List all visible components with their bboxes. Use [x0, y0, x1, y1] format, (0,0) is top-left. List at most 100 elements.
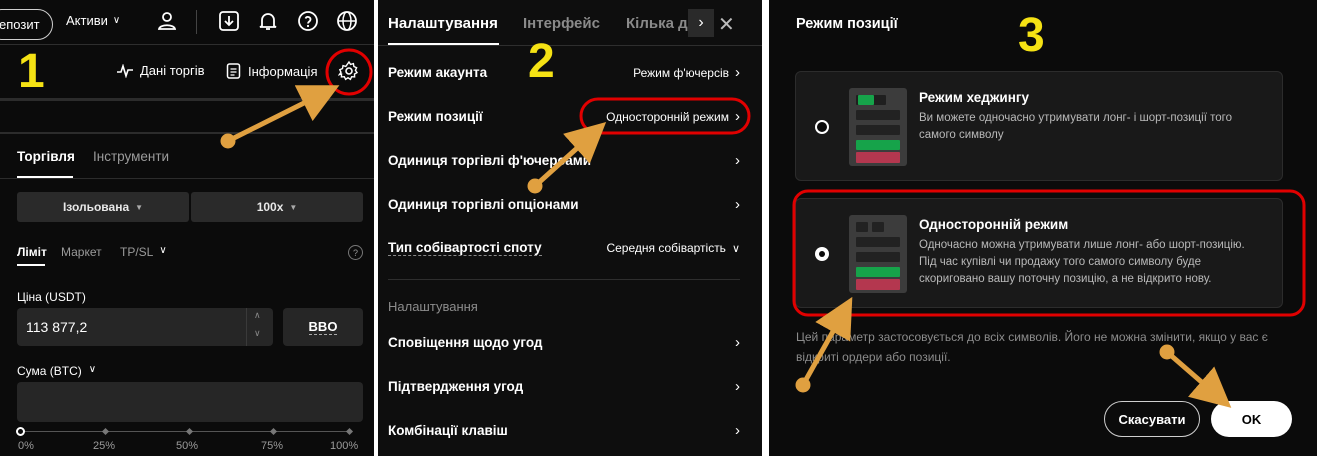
order-type-limit[interactable]: Ліміт [17, 245, 47, 259]
amount-unit-select[interactable]: Сума (BTC) ∨ [17, 364, 96, 378]
row-label: Режим акаунта [388, 65, 488, 80]
trade-data-label: Дані торгів [140, 63, 205, 78]
info-link[interactable]: Інформація [226, 63, 318, 79]
chevron-right-icon: › [735, 152, 740, 169]
settings-row-spot-cost[interactable]: Тип собівартості споту Середня собівартіс… [388, 240, 740, 256]
tab-interface[interactable]: Інтерфейс [523, 15, 600, 32]
chevron-right-icon: › [735, 196, 740, 213]
chevron-right-icon: › [735, 378, 740, 395]
help-icon[interactable]: ? [348, 245, 363, 260]
pulse-icon [117, 63, 133, 78]
leverage-select[interactable]: 100x ▼ [191, 192, 363, 222]
margin-mode-select[interactable]: Ізольована ▼ [17, 192, 189, 222]
dialog-note: Цей параметр застосовується до всіх симв… [796, 330, 1268, 364]
row-label: Сповіщення щодо угод [388, 335, 543, 350]
cancel-button[interactable]: Скасувати [1104, 401, 1200, 437]
section-title: Налаштування [388, 299, 478, 314]
chevron-down-icon: ∨ [159, 245, 167, 256]
tab-trading[interactable]: Торгівля [17, 149, 75, 164]
row-value: Односторонній режим [606, 109, 729, 124]
settings-row-trade-notifications[interactable]: Сповіщення щодо угод › [388, 334, 740, 351]
caret-down-icon: ▼ [289, 202, 298, 212]
option-one-way-mode[interactable]: Односторонній режим Одночасно можна утри… [795, 198, 1283, 308]
slider-tick [185, 427, 194, 436]
settings-row-futures-unit[interactable]: Одиниця торгівлі ф'ючерсами › [388, 152, 740, 169]
info-label: Інформація [248, 63, 318, 79]
one-way-mode-illustration [849, 215, 907, 293]
slider-tick [269, 427, 278, 436]
slider-tick-label: 25% [93, 440, 116, 452]
trading-panel: епозит Активи ∨ Дані торгів Інформація Т… [0, 0, 374, 456]
radio-selected[interactable] [815, 247, 829, 261]
option-hedge-mode[interactable]: Режим хеджингу Ви можете одночасно утрим… [795, 71, 1283, 181]
divider [378, 45, 762, 46]
settings-row-position-mode[interactable]: Режим позиції Односторонній режим › [388, 108, 740, 125]
settings-row-options-unit[interactable]: Одиниця торгівлі опціонами › [388, 196, 740, 213]
close-icon[interactable]: ✕ [718, 12, 735, 37]
tab-settings[interactable]: Налаштування [388, 15, 498, 32]
settings-row-shortcuts[interactable]: Комбінації клавіш › [388, 422, 740, 439]
cancel-label: Скасувати [1118, 411, 1186, 427]
slider-tick [101, 427, 110, 436]
divider [0, 132, 374, 134]
chevron-right-icon: › [735, 64, 740, 81]
option-description: Ви можете одночасно утримувати лонг- і ш… [919, 112, 1232, 141]
tab-label: Інструменти [93, 149, 170, 164]
stepper-up-icon[interactable]: ∧ [254, 310, 261, 321]
order-type-market[interactable]: Маркет [61, 245, 102, 259]
deposit-label: епозит [0, 17, 40, 32]
caret-down-icon: ▼ [135, 202, 144, 212]
row-value: Середня собівартість [606, 241, 726, 255]
tab-label: Інтерфейс [523, 15, 600, 32]
tab-tools[interactable]: Інструменти [93, 149, 169, 164]
margin-mode-value: Ізольована [62, 200, 130, 214]
ok-button[interactable]: OK [1211, 401, 1292, 437]
order-type-label: Ліміт [17, 245, 47, 259]
chevron-down-icon: ∨ [88, 364, 97, 375]
price-input[interactable]: 113 877,2 ∧ ∨ [17, 308, 273, 346]
assets-menu[interactable]: Активи ∨ [66, 13, 120, 28]
row-label: Одиниця торгівлі опціонами [388, 197, 579, 212]
amount-input[interactable] [17, 382, 363, 422]
step-number-2: 2 [528, 35, 555, 88]
step-number-3: 3 [1018, 9, 1045, 62]
tab-label: Кілька д [626, 15, 688, 32]
divider [0, 98, 374, 101]
dialog-title: Режим позиції [796, 16, 898, 32]
position-mode-dialog: Режим позиції Режим хеджингу Ви можете о… [769, 0, 1317, 456]
bell-icon[interactable] [257, 10, 279, 37]
divider [246, 308, 247, 346]
bbo-button[interactable]: BBO [283, 308, 363, 346]
globe-icon[interactable] [336, 10, 358, 37]
tab-label: Торгівля [17, 149, 75, 164]
order-type-label: Маркет [61, 245, 102, 259]
user-icon[interactable] [156, 10, 178, 32]
help-icon[interactable] [297, 10, 319, 37]
chevron-right-icon[interactable]: › [688, 9, 714, 37]
amount-slider-handle[interactable] [16, 427, 25, 436]
stepper-down-icon[interactable]: ∨ [254, 328, 261, 339]
ok-label: OK [1241, 411, 1262, 427]
option-title: Режим хеджингу [919, 90, 1030, 105]
radio-unselected[interactable] [815, 120, 829, 134]
tab-multi[interactable]: Кілька д [626, 15, 688, 32]
amount-label: Сума (BTC) [17, 364, 82, 378]
deposit-button[interactable]: епозит [0, 9, 53, 40]
trade-data-link[interactable]: Дані торгів [116, 63, 205, 78]
leverage-value: 100x [256, 200, 284, 214]
download-icon[interactable] [218, 10, 240, 37]
step-number-1: 1 [18, 45, 45, 98]
slider-tick-label: 0% [18, 440, 34, 452]
row-value: Режим ф'ючерсів [633, 65, 729, 80]
option-title: Односторонній режим [919, 217, 1069, 232]
price-label: Ціна (USDT) [17, 290, 86, 304]
slider-tick [345, 427, 354, 436]
divider [388, 279, 740, 280]
order-type-underline [17, 264, 45, 266]
settings-gear-icon[interactable] [337, 60, 360, 87]
settings-row-account-mode[interactable]: Режим акаунта Режим ф'ючерсів › [388, 64, 740, 81]
chevron-down-icon: ∨ [731, 242, 740, 255]
settings-row-trade-confirmation[interactable]: Підтвердження угод › [388, 378, 740, 395]
order-type-tpsl[interactable]: TP/SL ∨ [120, 245, 167, 259]
chevron-right-icon: › [735, 108, 740, 125]
